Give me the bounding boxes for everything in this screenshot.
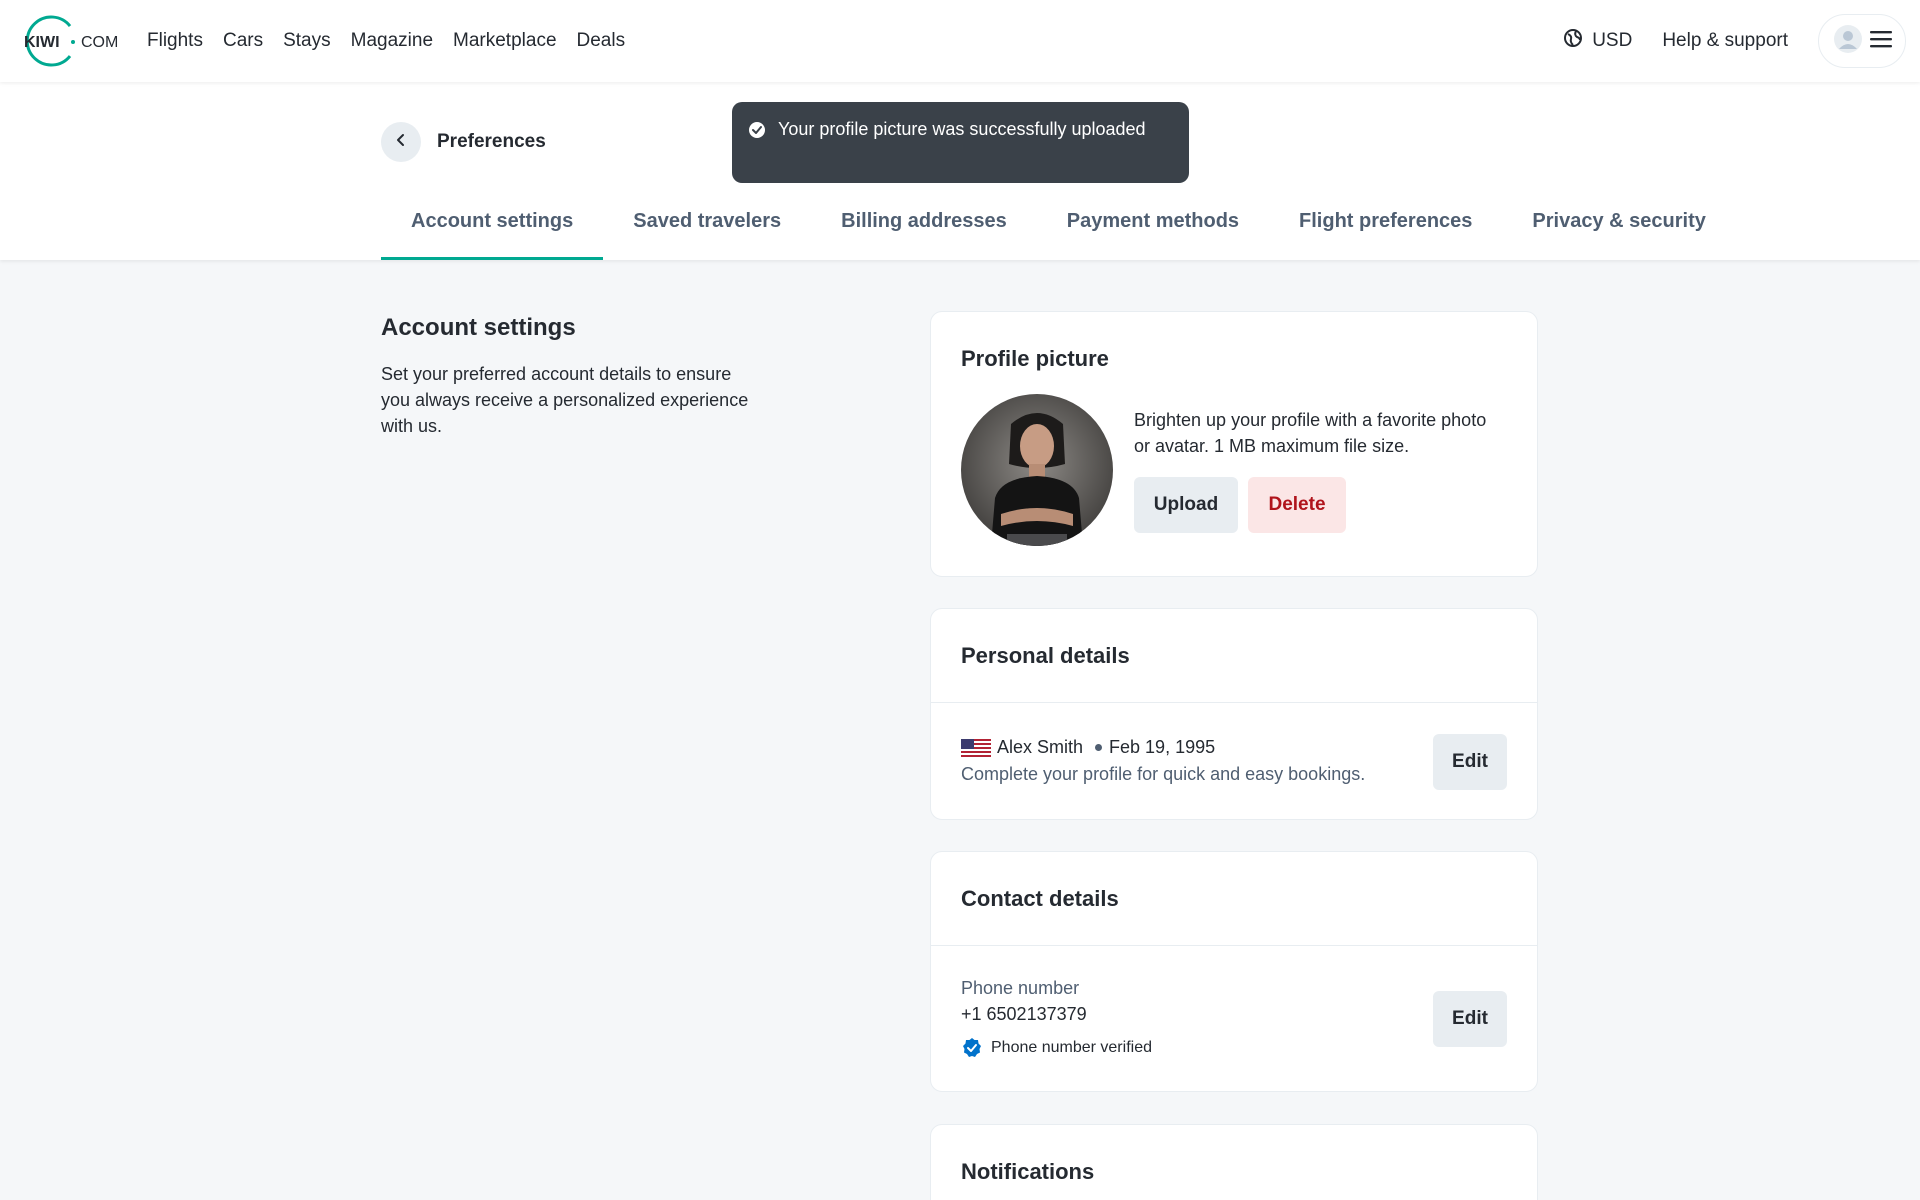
check-circle-icon bbox=[748, 120, 766, 146]
kiwi-logo[interactable]: KIWI COM bbox=[14, 14, 124, 68]
back-button[interactable] bbox=[381, 122, 421, 162]
chevron-left-icon bbox=[394, 133, 408, 152]
user-menu-button[interactable] bbox=[1818, 14, 1906, 68]
tab-account-settings[interactable]: Account settings bbox=[381, 202, 604, 260]
logo-main-text: KIWI bbox=[24, 34, 60, 51]
personal-details-card: Personal details Alex Smith Feb 19, 1995… bbox=[930, 608, 1538, 820]
tab-flight-preferences[interactable]: Flight preferences bbox=[1269, 202, 1502, 260]
verified-check-icon bbox=[961, 1037, 983, 1059]
bullet-separator bbox=[1095, 744, 1103, 751]
currency-selector[interactable]: USD bbox=[1564, 29, 1632, 53]
phone-number-label: Phone number bbox=[961, 978, 1080, 998]
profile-photo bbox=[961, 394, 1113, 546]
personal-summary: Alex Smith Feb 19, 1995 bbox=[961, 737, 1215, 758]
personal-details-hint: Complete your profile for quick and easy… bbox=[961, 764, 1366, 784]
hamburger-menu-icon bbox=[1869, 30, 1892, 53]
nav-magazine[interactable]: Magazine bbox=[351, 30, 433, 52]
tab-privacy-security[interactable]: Privacy & security bbox=[1502, 202, 1735, 260]
profile-picture-title: Profile picture bbox=[961, 346, 1109, 371]
header-right: USD Help & support bbox=[1564, 0, 1920, 82]
contact-details-card: Contact details Phone number +1 65021373… bbox=[930, 851, 1538, 1092]
edit-personal-details-button[interactable]: Edit bbox=[1433, 734, 1507, 790]
card-divider bbox=[931, 945, 1537, 946]
tab-billing-addresses[interactable]: Billing addresses bbox=[811, 202, 1037, 260]
verified-badge: Phone number verified bbox=[961, 1037, 1152, 1059]
edit-contact-details-button[interactable]: Edit bbox=[1433, 991, 1507, 1047]
verified-text: Phone number verified bbox=[991, 1039, 1152, 1056]
toast-message: Your profile picture was successfully up… bbox=[778, 119, 1146, 139]
settings-tabs: Account settings Saved travelers Billing… bbox=[381, 202, 1736, 260]
page-title: Preferences bbox=[437, 131, 546, 152]
help-support-link[interactable]: Help & support bbox=[1662, 30, 1788, 52]
top-navigation-bar: KIWI COM Flights Cars Stays Magazine Mar… bbox=[0, 0, 1920, 82]
us-flag-icon bbox=[961, 738, 991, 757]
success-toast: Your profile picture was successfully up… bbox=[732, 102, 1189, 183]
nav-marketplace[interactable]: Marketplace bbox=[453, 30, 557, 52]
section-title: Account settings bbox=[381, 314, 576, 341]
profile-picture-card: Profile picture Brighten up your profile… bbox=[930, 311, 1538, 577]
nav-cars[interactable]: Cars bbox=[223, 30, 263, 52]
currency-label: USD bbox=[1592, 30, 1633, 51]
notifications-card: Notifications bbox=[930, 1124, 1538, 1200]
avatar-icon bbox=[1833, 24, 1863, 59]
phone-number-value: +1 6502137379 bbox=[961, 1004, 1087, 1024]
tab-payment-methods[interactable]: Payment methods bbox=[1037, 202, 1269, 260]
traveler-name: Alex Smith bbox=[997, 737, 1084, 757]
nav-deals[interactable]: Deals bbox=[577, 30, 626, 52]
upload-button[interactable]: Upload bbox=[1134, 477, 1238, 533]
card-divider bbox=[931, 702, 1537, 703]
date-of-birth: Feb 19, 1995 bbox=[1109, 737, 1216, 757]
personal-details-title: Personal details bbox=[961, 643, 1130, 668]
nav-stays[interactable]: Stays bbox=[283, 30, 331, 52]
contact-details-title: Contact details bbox=[961, 886, 1119, 911]
notifications-title: Notifications bbox=[961, 1159, 1095, 1184]
logo-suffix-text: COM bbox=[81, 34, 118, 51]
profile-picture-description: Brighten up your profile with a favorite… bbox=[1134, 410, 1487, 456]
globe-icon bbox=[1564, 29, 1583, 53]
section-description: Set your preferred account details to en… bbox=[381, 364, 749, 436]
tab-saved-travelers[interactable]: Saved travelers bbox=[603, 202, 811, 260]
main-nav: Flights Cars Stays Magazine Marketplace … bbox=[147, 0, 625, 82]
delete-button[interactable]: Delete bbox=[1248, 477, 1346, 533]
nav-flights[interactable]: Flights bbox=[147, 30, 203, 52]
